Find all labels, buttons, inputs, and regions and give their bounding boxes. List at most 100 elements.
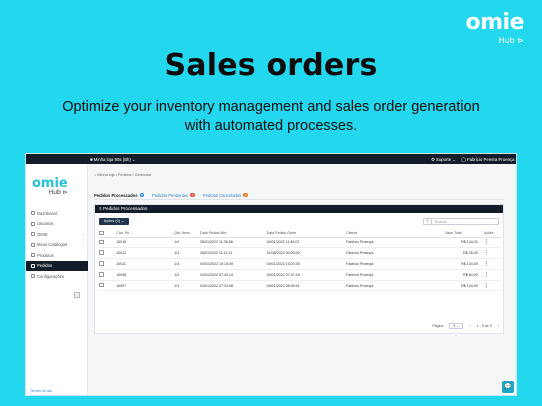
sidebar-item-usuarios[interactable]: Usuários — [26, 219, 88, 230]
breadcrumb: ⌂ Minha loja / Pedidos / Gerenciar — [94, 173, 152, 177]
search-box[interactable]: ⌕ Buscar — [423, 218, 499, 225]
page-prev-button[interactable]: ‹ — [469, 324, 470, 328]
sidebar-item-label: Pedidos — [37, 263, 53, 269]
sidebar-item-dashboard[interactable]: Dashboard — [26, 208, 88, 219]
hero-subtitle: Optimize your inventory management and s… — [62, 99, 480, 134]
omie-icon — [31, 232, 35, 237]
sidebar-item-label: Dashboard — [37, 210, 58, 216]
kebab-menu-icon[interactable]: ⋮ — [484, 283, 489, 289]
kebab-menu-icon[interactable]: ⋮ — [484, 272, 489, 278]
app-logo[interactable]: omie Hub ⊳ — [32, 172, 68, 196]
chevron-right-icon: › — [82, 273, 84, 279]
sidebar-item-omie[interactable]: OMIE › — [26, 229, 88, 240]
brand-sub: Hub ⊳ — [498, 36, 524, 45]
row-select[interactable] — [99, 269, 117, 281]
row-checkbox[interactable] — [99, 239, 104, 245]
sidebar-item-configuracoes[interactable]: Configurações › — [26, 271, 88, 282]
row-checkbox[interactable] — [99, 272, 104, 277]
row-select[interactable] — [99, 280, 117, 292]
table-row[interactable]: 10011 1/4 04/01/2022 15:15:49 04/01/2022… — [99, 258, 501, 270]
cell-total: R$ 26,00 — [445, 247, 484, 260]
col-header-actions: Ações — [483, 230, 501, 238]
cell-date-omie: 04/01/2022 07:47:18 — [266, 269, 347, 281]
row-checkbox[interactable] — [99, 261, 104, 266]
tab-divider — [94, 199, 504, 200]
table-row[interactable]: 10007 1/1 04/01/2022 07:24:08 04/01/2022… — [99, 280, 501, 292]
col-header-client[interactable]: Cliente — [346, 230, 446, 238]
table-row[interactable]: 10008 1/2 04/01/2022 07:43:14 04/01/2022… — [99, 269, 501, 281]
cell-client: Fabricio Proença — [346, 280, 446, 292]
gear-icon — [31, 274, 35, 279]
row-menu[interactable]: ⋮ — [483, 258, 501, 270]
row-checkbox[interactable] — [99, 282, 104, 288]
cell-id: 10007 — [116, 280, 175, 292]
cell-qty: 1/1 — [174, 280, 200, 292]
sidebar-item-label: Produtos — [37, 252, 54, 258]
page-range: 1 - 5 de 5 — [476, 324, 492, 328]
cell-total: R$ 144,00 — [445, 258, 484, 270]
sidebar-collapse-button[interactable] — [74, 292, 80, 298]
select-all-header[interactable] — [99, 230, 117, 238]
cell-date-nfe: 28/01/2022 11:36:58 — [200, 237, 267, 249]
row-menu[interactable]: ⋮ — [483, 247, 501, 260]
dashboard-icon — [31, 211, 35, 216]
tab-label: Pedidos Cancelados — [202, 192, 242, 198]
col-header-qty[interactable]: Qtd. Itens — [174, 230, 200, 238]
row-menu[interactable]: ⋮ — [483, 269, 501, 281]
sidebar-item-label: OMIE — [37, 231, 48, 237]
chat-button[interactable]: 💬 — [502, 381, 514, 393]
tab-cancelados[interactable]: Pedidos Cancelados 0 — [203, 191, 248, 199]
cell-id: 10008 — [116, 269, 175, 281]
cell-total: R$ 144,00 — [445, 237, 484, 249]
sidebar-item-pedidos[interactable]: Pedidos — [26, 260, 88, 271]
cell-id: 10011 — [116, 258, 175, 270]
kebab-menu-icon[interactable]: ⋮ — [484, 239, 489, 245]
terms-link[interactable]: Termos de uso — [30, 389, 52, 393]
row-select[interactable] — [99, 258, 117, 270]
col-header-date-nfe[interactable]: Data Pedido Nfe — [200, 230, 267, 238]
cell-date-nfe: 28/01/2022 11:11:31 — [200, 247, 267, 260]
tab-pendentes[interactable]: Pedidos Pendentes 0 — [152, 191, 195, 199]
cell-client: Fabricio Proença — [346, 258, 446, 270]
col-header-id[interactable]: Cód. Pe... — [116, 230, 175, 238]
sidebar-item-label: Meus Catálogos — [37, 242, 68, 248]
tab-count-badge: 0 — [190, 192, 195, 198]
cell-total: R$ 84,00 — [445, 269, 484, 281]
row-select[interactable] — [99, 247, 117, 260]
col-header-total[interactable]: Valor Total — [445, 230, 484, 238]
sidebar-item-catalogos[interactable]: Meus Catálogos › — [26, 240, 88, 251]
row-menu[interactable]: ⋮ — [483, 237, 501, 249]
cell-date-omie: 01/08/2022 00:00:00 — [266, 247, 347, 260]
kebab-menu-icon[interactable]: ⋮ — [484, 261, 489, 267]
search-icon[interactable]: ⌕ — [424, 219, 432, 224]
page-size-select[interactable]: 5 ⌄ — [449, 323, 464, 329]
app-topbar: ■ Minha loja 90s (Bh) ⌄ ⚙ Suporte ⌄ ◯ Fa… — [26, 154, 516, 168]
sidebar: omie Hub ⊳ Dashboard Usuários OMIE › Meus… — [26, 164, 88, 395]
table-row[interactable]: 10012 1/3 28/01/2022 11:11:31 01/08/2022… — [99, 247, 501, 260]
sidebar-item-produtos[interactable]: Produtos — [26, 250, 88, 261]
row-menu[interactable]: ⋮ — [483, 280, 501, 292]
actions-dropdown-button[interactable]: Ações (0) ⌄ — [99, 218, 129, 225]
support-menu[interactable]: ⚙ Suporte ⌄ — [431, 157, 456, 163]
cell-date-omie: 04/01/2022 11:46:07 — [266, 237, 347, 249]
table-row[interactable]: 10016 1/4 28/01/2022 11:36:58 04/01/2022… — [99, 237, 501, 249]
main-content: ⌂ Minha loja / Pedidos / Gerenciar Pedid… — [88, 164, 516, 395]
tab-count-badge: 0 — [243, 192, 248, 198]
orders-card: ≡ Pedidos Processados Ações (0) ⌄ ⌕ Busc… — [94, 204, 504, 334]
tab-processados[interactable]: Pedidos Processados 5 — [94, 191, 145, 199]
org-selector[interactable]: ■ Minha loja 90s (Bh) ⌄ — [90, 157, 136, 163]
brand-logo: omie Hub ⊳ — [444, 12, 525, 46]
row-checkbox[interactable] — [99, 250, 104, 255]
cell-qty: 1/3 — [174, 247, 200, 260]
search-input[interactable]: Buscar — [432, 220, 447, 224]
row-select[interactable] — [99, 237, 117, 249]
col-header-date-omie[interactable]: Data Pedido Omie — [266, 230, 347, 238]
cell-client: Fabricio Proença — [346, 247, 446, 260]
select-all-checkbox[interactable] — [99, 230, 104, 235]
cell-date-nfe: 04/01/2022 07:24:08 — [200, 280, 267, 292]
sidebar-item-label: Configurações — [37, 273, 65, 279]
card-title: ≡ Pedidos Processados — [95, 205, 503, 213]
page-next-button[interactable]: › — [498, 324, 499, 328]
app-screenshot: ■ Minha loja 90s (Bh) ⌄ ⚙ Suporte ⌄ ◯ Fa… — [25, 153, 517, 396]
kebab-menu-icon[interactable]: ⋮ — [484, 250, 489, 256]
